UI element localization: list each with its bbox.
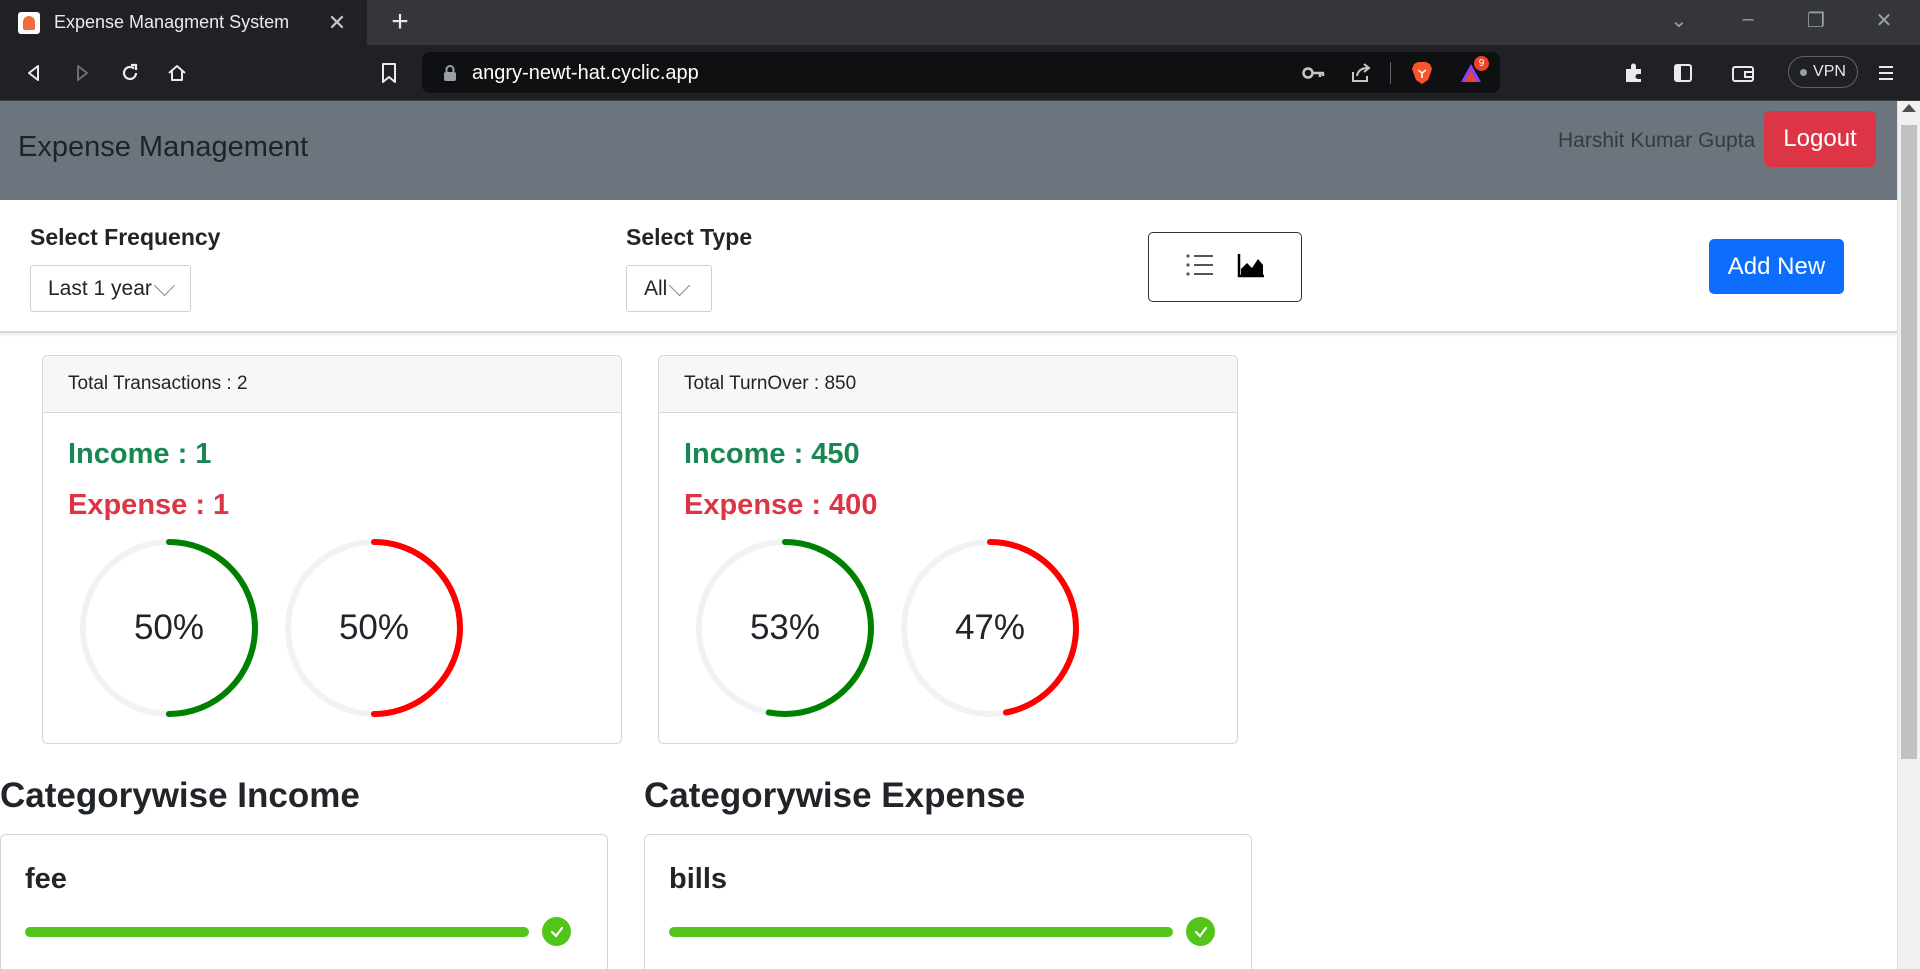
logout-button[interactable]: Logout (1764, 111, 1876, 167)
brave-rewards-icon[interactable]: 9 (1457, 56, 1489, 86)
check-circle-icon (1186, 917, 1215, 946)
tab-title: Expense Managment System (54, 12, 290, 32)
expense-category-card: bills (644, 834, 1252, 969)
income-count: Income : 1 (68, 438, 212, 470)
income-progress-ring: 53% (694, 537, 876, 719)
minimize-icon[interactable]: – (1733, 8, 1763, 31)
category-name: bills (669, 863, 728, 895)
new-tab-icon[interactable]: + (384, 6, 416, 38)
view-toggle (1148, 232, 1302, 302)
type-value: All (644, 276, 668, 300)
category-progress-fill (25, 927, 529, 937)
chevron-down-icon (669, 282, 693, 296)
wallet-icon[interactable] (1729, 59, 1757, 87)
categorywise-income-title: Categorywise Income (0, 776, 360, 815)
brave-shields-icon[interactable] (1408, 60, 1436, 86)
bookmark-icon[interactable] (375, 59, 403, 87)
income-amount: Income : 450 (684, 438, 860, 470)
filter-bar: Select Frequency Last 1 year Select Type… (0, 200, 1897, 333)
close-tab-icon[interactable]: ✕ (325, 10, 349, 36)
category-progress-bar (25, 927, 529, 937)
page-viewport: Expense Management Harshit Kumar Gupta L… (0, 101, 1897, 969)
app-navbar: Expense Management Harshit Kumar Gupta L… (0, 101, 1897, 200)
frequency-value: Last 1 year (48, 276, 152, 300)
income-percent-label: 50% (133, 608, 205, 647)
turnover-card: Total TurnOver : 850 Income : 450 Expens… (658, 355, 1238, 744)
expense-count: Expense : 1 (68, 489, 230, 521)
transactions-card: Total Transactions : 2 Income : 1 Expens… (42, 355, 622, 744)
expense-amount: Expense : 400 (684, 489, 878, 521)
income-percent-label: 53% (749, 608, 821, 647)
frequency-select[interactable]: Last 1 year (30, 265, 191, 312)
chevron-down-icon (154, 282, 178, 296)
sidebar-icon[interactable] (1669, 59, 1697, 87)
home-icon[interactable] (163, 59, 191, 87)
app-brand[interactable]: Expense Management (18, 131, 308, 164)
user-name: Harshit Kumar Gupta (1558, 129, 1756, 152)
income-progress-ring: 50% (78, 537, 260, 719)
vpn-button[interactable]: VPN (1788, 56, 1858, 88)
category-progress-bar (669, 927, 1173, 937)
restore-icon[interactable]: ❐ (1801, 8, 1831, 33)
check-circle-icon (542, 917, 571, 946)
scrollbar-thumb[interactable] (1901, 125, 1917, 759)
close-window-icon[interactable]: ✕ (1869, 8, 1899, 33)
frequency-label: Select Frequency (30, 224, 221, 250)
address-bar-divider (1390, 62, 1391, 84)
url-text: angry-newt-hat.cyclic.app (472, 62, 699, 84)
categorywise-expense-title: Categorywise Expense (644, 776, 1026, 815)
share-icon[interactable] (1347, 60, 1375, 86)
tab-search-chevron-icon[interactable]: ⌄ (1664, 8, 1694, 33)
rewards-badge: 9 (1474, 56, 1489, 71)
extensions-icon[interactable] (1620, 59, 1648, 87)
income-category-card: fee (0, 834, 608, 969)
type-select[interactable]: All (626, 265, 712, 312)
key-icon[interactable] (1300, 60, 1328, 86)
list-view-icon[interactable] (1185, 252, 1215, 283)
reload-icon[interactable] (116, 59, 144, 87)
back-icon[interactable] (20, 59, 48, 87)
expense-progress-ring: 50% (283, 537, 465, 719)
card-header: Total TurnOver : 850 (659, 356, 1237, 413)
lock-icon[interactable] (436, 60, 464, 86)
menu-icon[interactable] (1872, 59, 1900, 87)
address-bar[interactable]: angry-newt-hat.cyclic.app 9 (422, 52, 1500, 93)
site-favicon-icon (18, 11, 40, 34)
analytics-chart-icon[interactable] (1237, 252, 1265, 283)
expense-percent-label: 47% (954, 608, 1026, 647)
vpn-label: VPN (1813, 63, 1846, 80)
card-header: Total Transactions : 2 (43, 356, 621, 413)
page-scrollbar[interactable] (1897, 101, 1920, 969)
browser-tab-bar: Expense Managment System ✕ + ⌄ – ❐ ✕ (0, 0, 1920, 45)
type-label: Select Type (626, 224, 753, 250)
category-name: fee (25, 863, 67, 895)
expense-percent-label: 50% (338, 608, 410, 647)
browser-toolbar: angry-newt-hat.cyclic.app 9 VPN (0, 45, 1920, 101)
add-new-button[interactable]: Add New (1709, 239, 1844, 294)
expense-progress-ring: 47% (899, 537, 1081, 719)
scroll-up-arrow-icon[interactable] (1902, 104, 1916, 112)
browser-tab[interactable]: Expense Managment System ✕ (0, 0, 367, 45)
vpn-status-dot-icon (1800, 68, 1808, 76)
category-progress-fill (669, 927, 1173, 937)
forward-icon[interactable] (68, 59, 96, 87)
